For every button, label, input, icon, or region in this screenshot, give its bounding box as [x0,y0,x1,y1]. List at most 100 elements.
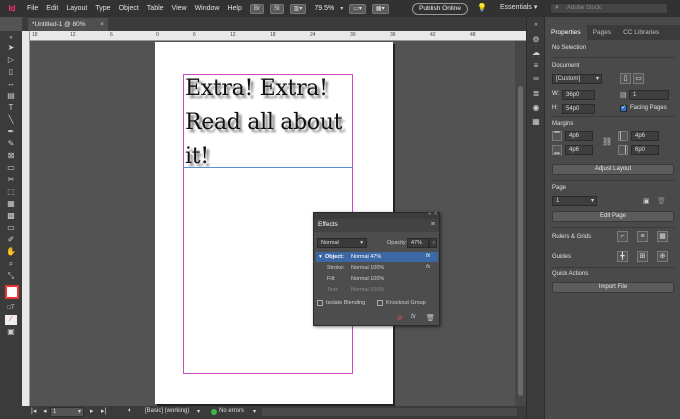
trash-icon[interactable]: 🗑 [657,197,666,205]
outside-margin-input[interactable]: 6p0 [631,145,659,155]
rectangle-tool-icon[interactable]: ▭ [5,163,17,173]
new-page-icon[interactable]: ▣ [643,197,650,205]
headline-text-frame[interactable]: Extra! Extra! Read all about it! [185,72,360,174]
selection-tool-icon[interactable]: ➤ [5,43,17,53]
links-panel-icon[interactable]: ∞ [531,74,541,84]
cc-libraries-panel-icon[interactable]: ☁ [531,48,541,58]
bottom-margin-input[interactable]: 4p6 [565,145,593,155]
page-tool-icon[interactable]: ▯ [5,67,17,77]
document-grid-icon[interactable]: ▦ [657,231,668,242]
last-page-icon[interactable]: ▸| [101,407,106,415]
first-page-icon[interactable]: |◂ [31,407,36,415]
zoom-level[interactable]: 79.5% [314,5,334,12]
menu-file[interactable]: File [27,5,38,12]
tab-cc-libraries[interactable]: CC Libraries [617,25,665,40]
adobe-stock-search[interactable]: ⌕ Adobe Stock [550,3,668,14]
menu-table[interactable]: Table [147,5,164,12]
collapse-tools-icon[interactable]: » [5,33,17,43]
width-input[interactable]: 36p0 [562,90,595,100]
lightbulb-icon[interactable]: 💡 [477,3,487,14]
rulers-toggle-icon[interactable]: ⌐ [617,231,628,242]
collapse-panel-icon[interactable]: « [428,211,431,217]
effects-panel-title[interactable]: Effects [318,221,338,228]
hand-tool-icon[interactable]: ✋ [5,247,17,257]
object-disclosure-icon[interactable]: ▾ [319,254,322,260]
tab-pages[interactable]: Pages [587,25,617,40]
zoom-tool-icon[interactable]: ⌕ [5,259,17,269]
scrollbar-thumb[interactable] [518,86,523,396]
gradient-swatch-tool-icon[interactable]: ▦ [5,199,17,209]
chevron-down-icon[interactable]: ▾ [197,408,200,415]
workspace-switcher[interactable]: Essentials ▾ [500,3,537,11]
layers-panel-icon[interactable]: ≡ [531,61,541,71]
landscape-orientation-icon[interactable]: ▭ [633,73,644,84]
direct-selection-tool-icon[interactable]: ▷ [5,55,17,65]
view-options-button[interactable]: ▥▾ [289,3,307,14]
adjust-layout-button[interactable]: Adjust Layout [552,164,674,175]
edit-page-button[interactable]: Edit Page [552,211,674,222]
show-guides-icon[interactable]: ╋ [617,251,628,262]
fx-icon[interactable]: fx [426,264,430,270]
zoom-chevron-down-icon[interactable]: ▾ [340,5,343,12]
eyedropper-tool-icon[interactable]: ✐ [5,235,17,245]
screen-mode-icon[interactable]: ▣ [5,327,17,337]
menu-view[interactable]: View [172,5,187,12]
note-tool-icon[interactable]: ▭ [5,223,17,233]
horizontal-scrollbar[interactable] [262,408,517,416]
horizontal-ruler[interactable]: 18 12 6 0 6 12 18 24 30 36 42 48 [30,31,526,41]
add-effect-fx-icon[interactable]: fx [411,314,416,320]
publish-online-button[interactable]: Publish Online [412,3,468,15]
chevron-down-icon[interactable]: ▾ [253,408,256,415]
scissors-tool-icon[interactable]: ✂ [5,175,17,185]
style-source-select[interactable]: [Basic] (working) [143,407,195,417]
screen-mode-button[interactable]: ▭▾ [349,3,366,14]
color-panel-icon[interactable]: ◉ [531,103,541,113]
lock-guides-icon[interactable]: ⊞ [637,251,648,262]
clear-effects-icon[interactable]: ⊘ [397,314,403,322]
fx-icon[interactable]: fx [426,253,430,259]
gradient-feather-tool-icon[interactable]: ▩ [5,211,17,221]
height-input[interactable]: 54p0 [562,104,595,114]
next-page-icon[interactable]: ▸ [90,407,94,415]
line-tool-icon[interactable]: ╲ [5,115,17,125]
menu-layout[interactable]: Layout [66,5,87,12]
free-transform-tool-icon[interactable]: ⬚ [5,187,17,197]
close-icon[interactable]: × [434,211,437,217]
arrange-documents-button[interactable]: ▦▾ [371,3,389,14]
page-select[interactable]: 1 ▾ [552,196,597,206]
gap-tool-icon[interactable]: ↔ [5,79,17,89]
smart-guides-icon[interactable]: ⊕ [657,251,668,262]
document-tab[interactable]: *Untitled-1 @ 80% × [28,18,108,31]
vertical-scrollbar[interactable] [515,41,526,406]
isolate-blending-checkbox[interactable] [317,300,323,306]
opacity-input[interactable]: 47% [407,238,429,248]
swatches-panel-icon[interactable]: ▦ [531,117,541,127]
pencil-tool-icon[interactable]: ✎ [5,139,17,149]
effects-row-value[interactable]: Normal 100% [351,276,384,282]
baseline-grid-icon[interactable]: ≡ [637,231,648,242]
facing-pages-checkbox[interactable]: ✓ [620,105,627,112]
previous-page-icon[interactable]: ◂ [43,407,47,415]
document-preset-select[interactable]: [Custom] ▾ [552,74,602,84]
content-collector-icon[interactable]: ▤ [5,91,17,101]
inside-margin-input[interactable]: 4p6 [631,131,659,141]
collapse-panels-icon[interactable]: « [531,20,541,30]
apply-none-icon[interactable]: ⁄ [5,315,17,325]
type-tool-icon[interactable]: T [5,103,17,113]
indesign-logo-icon[interactable]: Id [5,3,19,15]
knockout-group-checkbox[interactable] [377,300,383,306]
blend-mode-select[interactable]: Normal ▾ [317,238,367,248]
panel-menu-icon[interactable]: ≡ [431,221,435,228]
trash-icon[interactable]: 🗑 [426,314,435,322]
preflight-errors-label[interactable]: No errors [219,408,244,414]
effects-row-value[interactable]: Normal 100% [351,265,384,271]
vertical-ruler[interactable] [22,31,30,406]
stroke-panel-icon[interactable]: ≣ [531,89,541,99]
import-file-button[interactable]: Import File [552,282,674,293]
rectangle-frame-tool-icon[interactable]: ⊠ [5,151,17,161]
menu-object[interactable]: Object [119,5,139,12]
number-of-pages-input[interactable]: 1 [629,90,669,100]
tab-properties[interactable]: Properties [545,25,587,40]
stock-button[interactable]: St [270,3,284,14]
page-number-field[interactable]: 1 ▾ [50,407,84,417]
